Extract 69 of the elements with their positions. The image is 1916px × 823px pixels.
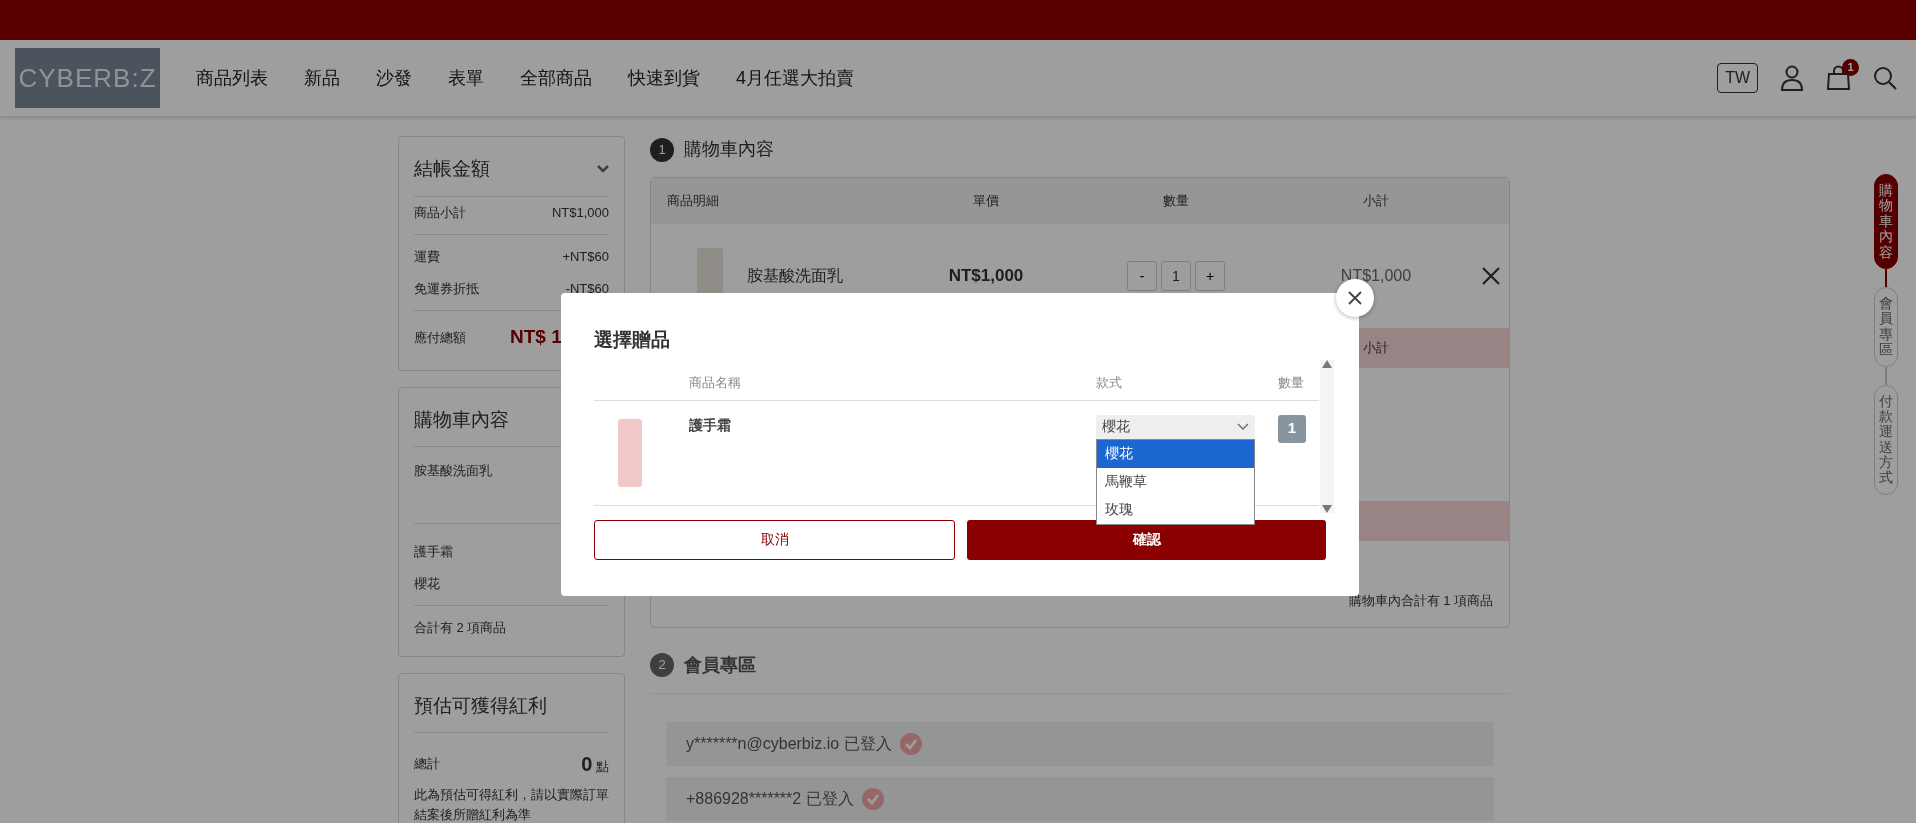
column-header: 款式 bbox=[1096, 374, 1123, 393]
step-number: 1 bbox=[650, 137, 674, 162]
step-number: 2 bbox=[650, 653, 674, 677]
cart-count-badge: 1 bbox=[1842, 59, 1859, 76]
item-name: 胺基酸洗面乳 bbox=[414, 462, 493, 480]
points-value: 0 bbox=[581, 753, 593, 775]
section-title: 會員專區 bbox=[684, 653, 756, 677]
scroll-up-icon[interactable] bbox=[1322, 360, 1332, 368]
quantity-field[interactable]: 1 bbox=[1161, 261, 1191, 291]
summary-label: 商品小計 bbox=[414, 203, 466, 222]
nav-link[interactable]: 快速到貨 bbox=[628, 64, 700, 92]
nav-link[interactable]: 4月任選大拍賣 bbox=[736, 64, 854, 92]
search-icon[interactable] bbox=[1873, 65, 1898, 91]
total-amount: NT$ 1 bbox=[510, 325, 562, 349]
summary-value: NT$1,000 bbox=[551, 203, 609, 222]
scroll-down-icon[interactable] bbox=[1322, 505, 1332, 513]
column-header: 商品名稱 bbox=[689, 374, 742, 393]
region-button[interactable]: TW bbox=[1717, 63, 1758, 93]
nav-link[interactable]: 全部商品 bbox=[520, 64, 592, 92]
item-variant: 櫻花 bbox=[414, 574, 441, 593]
account-text: +886928*******2 已登入 bbox=[686, 788, 854, 809]
dropdown-option[interactable]: 馬鞭草 bbox=[1097, 467, 1254, 496]
summary-label: 免運券折抵 bbox=[414, 279, 479, 298]
subtotal: NT$1,000 bbox=[1339, 266, 1413, 286]
decrease-button[interactable]: - bbox=[1127, 261, 1157, 291]
points-unit: 點 bbox=[596, 759, 609, 774]
product-photo-placeholder bbox=[618, 418, 642, 487]
unit-price: NT$1,000 bbox=[947, 265, 1025, 288]
step-tab[interactable]: 購物車內容 bbox=[1874, 174, 1898, 269]
column-header: 小計 bbox=[1362, 192, 1390, 211]
increase-button[interactable]: + bbox=[1195, 261, 1225, 291]
summary-label: 應付總額 bbox=[414, 328, 466, 347]
gift-name: 護手霜 bbox=[689, 415, 732, 435]
user-icon[interactable] bbox=[1780, 65, 1804, 91]
close-icon[interactable] bbox=[1481, 266, 1501, 286]
summary-label: 運費 bbox=[414, 248, 440, 266]
column-header: 單價 bbox=[972, 192, 1000, 211]
nav-link[interactable]: 商品列表 bbox=[196, 64, 268, 92]
item-name: 護手霜 bbox=[414, 543, 454, 561]
step-tab[interactable]: 會員專區 bbox=[1874, 286, 1898, 367]
chevron-down-icon bbox=[1237, 422, 1249, 431]
dropdown-option[interactable]: 櫻花 bbox=[1097, 439, 1254, 468]
account-text: y*******n@cyberbiz.io 已登入 bbox=[686, 733, 892, 754]
card-title: 結帳金額 bbox=[414, 157, 490, 181]
column-header: 商品明細 bbox=[666, 192, 720, 211]
product-name: 胺基酸洗面乳 bbox=[747, 266, 843, 286]
check-icon bbox=[899, 732, 922, 755]
dialog-title: 選擇贈品 bbox=[594, 328, 671, 352]
nav-link[interactable]: 表單 bbox=[448, 64, 484, 92]
confirm-button[interactable]: 確認 bbox=[967, 519, 1326, 560]
rewards-label: 總計 bbox=[414, 755, 440, 774]
column-header: 小計 bbox=[1362, 339, 1390, 358]
card-title: 購物車內容 bbox=[414, 408, 509, 430]
quantity-badge: 1 bbox=[1278, 414, 1306, 443]
column-header: 數量 bbox=[1278, 374, 1305, 393]
check-icon bbox=[861, 787, 884, 810]
item-count-text: 合計有 2 項商品 bbox=[414, 619, 507, 637]
chevron-down-icon[interactable] bbox=[597, 165, 609, 174]
summary-value: +NT$60 bbox=[562, 248, 609, 266]
close-icon bbox=[1348, 291, 1362, 305]
step-tab[interactable]: 付款運送方式 bbox=[1874, 384, 1898, 495]
card-title: 預估可獲得紅利 bbox=[414, 694, 547, 716]
summary-value: -NT$60 bbox=[565, 279, 609, 298]
cancel-button[interactable]: 取消 bbox=[594, 519, 955, 560]
nav-link[interactable]: 新品 bbox=[304, 64, 340, 92]
section-title: 購物車內容 bbox=[684, 138, 774, 161]
nav-link[interactable]: 沙發 bbox=[376, 64, 412, 92]
column-header: 數量 bbox=[1162, 192, 1190, 211]
rewards-note: 此為預估可得紅利，請以實際訂單結案後所贈紅利為準 bbox=[414, 786, 609, 823]
